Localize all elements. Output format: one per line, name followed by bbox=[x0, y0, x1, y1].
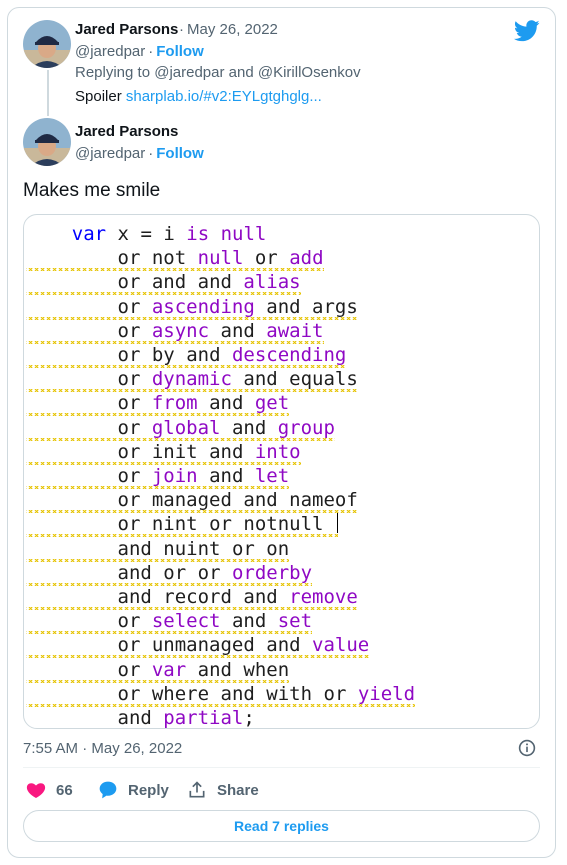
replying-and: and bbox=[228, 64, 254, 81]
code-line: and record and remove bbox=[26, 586, 358, 610]
reply-bubble-icon bbox=[99, 781, 117, 799]
code-line: and nuint or on bbox=[26, 537, 290, 562]
reply-handle-row: @jaredpar · Follow bbox=[75, 43, 204, 60]
read-replies-button[interactable]: Read 7 replies bbox=[23, 810, 540, 842]
main-author-name[interactable]: Jared Parsons bbox=[75, 123, 178, 140]
spoiler-label: Spoiler bbox=[75, 88, 122, 105]
info-icon[interactable] bbox=[518, 739, 536, 757]
replying-user-kirillosenkov[interactable]: @KirillOsenkov bbox=[258, 64, 361, 81]
thread-connector-line bbox=[47, 70, 49, 116]
text-cursor bbox=[336, 513, 338, 534]
code-line: or from and get bbox=[26, 392, 290, 417]
main-author-avatar[interactable] bbox=[23, 118, 71, 166]
code-line: and or or orderby bbox=[26, 561, 313, 586]
code-screenshot-image[interactable]: var x = i is null or not null or add or … bbox=[23, 214, 540, 729]
like-button[interactable]: 66 bbox=[26, 779, 73, 801]
like-count: 66 bbox=[56, 781, 73, 799]
code-line: or unmanaged and value bbox=[26, 634, 370, 659]
code-line: or by and descending bbox=[26, 344, 347, 368]
code-line: or var and when bbox=[26, 658, 290, 683]
code-line: or global and group bbox=[26, 416, 335, 441]
share-button[interactable]: Share bbox=[187, 779, 259, 801]
code-line: or where and with or yield bbox=[26, 682, 416, 707]
code-line: or ascending and args bbox=[26, 295, 358, 320]
separator-dot: · bbox=[148, 43, 154, 60]
code-line: or nint or notnull bbox=[26, 513, 338, 538]
code-line: and partial; bbox=[26, 707, 255, 728]
main-follow-button[interactable]: Follow bbox=[156, 145, 204, 162]
code-line: or dynamic and equals bbox=[26, 368, 358, 393]
spoiler-line: Spoiler sharplab.io/#v2:EYLgtghglg... bbox=[75, 88, 322, 105]
reply-date-text[interactable]: May 26, 2022 bbox=[187, 21, 278, 38]
reply-button[interactable]: Reply bbox=[98, 779, 169, 801]
share-label: Share bbox=[217, 781, 259, 799]
reply-date[interactable]: · May 26, 2022 bbox=[176, 21, 278, 38]
replying-prefix: Replying to bbox=[75, 64, 151, 81]
divider bbox=[23, 767, 540, 768]
replying-user-jaredpar[interactable]: @jaredpar bbox=[154, 64, 224, 81]
code-line: or init and into bbox=[26, 440, 301, 465]
code-line: or join and let bbox=[26, 465, 290, 489]
separator-dot: · bbox=[179, 21, 184, 38]
reply-label: Reply bbox=[128, 781, 169, 799]
tweet-timestamp[interactable]: 7:55 AM · May 26, 2022 bbox=[23, 740, 182, 757]
code-line: or select and set bbox=[26, 610, 313, 635]
main-handle-row: @jaredpar · Follow bbox=[75, 145, 204, 162]
code-line: or async and await bbox=[26, 319, 324, 344]
tweet-text: Makes me smile bbox=[23, 180, 161, 201]
reply-follow-button[interactable]: Follow bbox=[156, 43, 204, 60]
code-line: var x = i is null bbox=[71, 223, 267, 245]
separator-dot: · bbox=[148, 145, 154, 162]
reply-author-avatar[interactable] bbox=[23, 20, 71, 68]
heart-icon bbox=[26, 783, 46, 798]
spoiler-link[interactable]: sharplab.io/#v2:EYLgtghglg... bbox=[126, 88, 322, 105]
share-icon bbox=[189, 781, 205, 798]
reply-author-name[interactable]: Jared Parsons bbox=[75, 21, 178, 38]
main-handle[interactable]: @jaredpar bbox=[75, 145, 145, 162]
code-line: or and and alias bbox=[26, 271, 301, 296]
code-line: or not null or add bbox=[26, 247, 324, 272]
reply-handle[interactable]: @jaredpar bbox=[75, 43, 145, 60]
twitter-bird-icon[interactable] bbox=[514, 20, 540, 42]
code-line: or managed and nameof bbox=[26, 489, 358, 514]
replying-to-line: Replying to @jaredpar and @KirillOsenkov bbox=[75, 64, 361, 81]
